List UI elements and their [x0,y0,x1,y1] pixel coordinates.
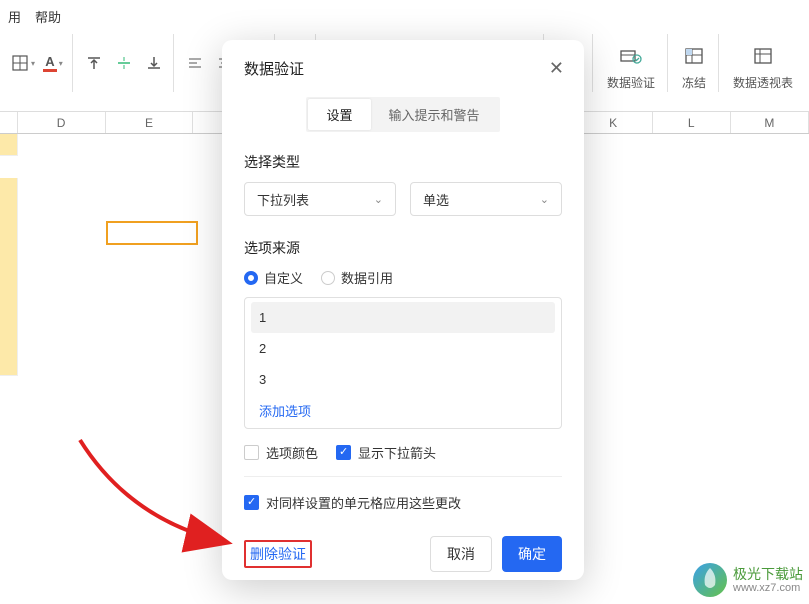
col-header[interactable]: M [731,112,809,133]
align-middle-button[interactable] [109,49,139,77]
close-icon[interactable]: ✕ [549,58,564,79]
checkbox-icon [244,445,259,460]
align-top-button[interactable] [79,49,109,77]
col-header[interactable]: L [653,112,731,133]
checkbox-apply-same[interactable]: 对同样设置的单元格应用这些更改 [244,493,461,512]
tab-group: 设置 输入提示和警告 [306,97,499,132]
radio-reference[interactable]: 数据引用 [321,268,393,287]
watermark-url: www.xz7.com [733,582,803,595]
options-list: 1 2 3 添加选项 [244,297,562,429]
chevron-down-icon: ⌄ [540,193,549,206]
radio-custom[interactable]: 自定义 [244,268,303,287]
menu-item-help[interactable]: 帮助 [35,7,61,26]
mode-select[interactable]: 单选 ⌄ [410,182,562,216]
add-option-link[interactable]: 添加选项 [251,395,555,424]
align-bottom-button[interactable] [139,49,169,77]
tab-input-warning[interactable]: 输入提示和警告 [371,99,498,130]
ok-button[interactable]: 确定 [502,536,562,572]
menu-item[interactable]: 用 [8,7,21,26]
tab-settings[interactable]: 设置 [308,99,370,130]
option-item[interactable]: 3 [251,364,555,395]
option-item[interactable]: 1 [251,302,555,333]
menu-bar: 用 帮助 [0,0,809,32]
chevron-down-icon: ⌄ [374,193,383,206]
watermark: 极光下载站 www.xz7.com [693,563,803,597]
cancel-button[interactable]: 取消 [430,536,492,572]
pivot-table-button[interactable]: 数据透视表 [725,36,801,91]
checkbox-show-arrow[interactable]: 显示下拉箭头 [336,443,436,462]
type-select[interactable]: 下拉列表 ⌄ [244,182,396,216]
data-validation-dialog: 数据验证 ✕ 设置 输入提示和警告 选择类型 下拉列表 ⌄ 单选 ⌄ 选项来源 … [222,40,584,580]
checkbox-icon [336,445,351,460]
freeze-button[interactable]: 冻结 [674,36,714,91]
type-label: 选择类型 [244,152,562,172]
col-header[interactable]: E [106,112,194,133]
delete-validation-link[interactable]: 删除验证 [244,540,312,568]
radio-dot-icon [321,271,335,285]
dialog-title: 数据验证 [244,58,304,79]
source-label: 选项来源 [244,238,562,258]
checkbox-icon [244,495,259,510]
option-item[interactable]: 2 [251,333,555,364]
data-validation-button[interactable]: 数据验证 [599,36,663,91]
selected-cell[interactable] [106,221,198,245]
align-left-button[interactable] [180,49,210,77]
col-header[interactable]: D [18,112,106,133]
radio-dot-icon [244,271,258,285]
logo-icon [693,563,727,597]
font-color-button[interactable]: A ▾ [38,49,68,77]
border-button[interactable]: ▾ [8,49,38,77]
checkbox-option-color[interactable]: 选项颜色 [244,443,318,462]
watermark-name: 极光下载站 [733,566,803,582]
col-header[interactable]: K [574,112,652,133]
